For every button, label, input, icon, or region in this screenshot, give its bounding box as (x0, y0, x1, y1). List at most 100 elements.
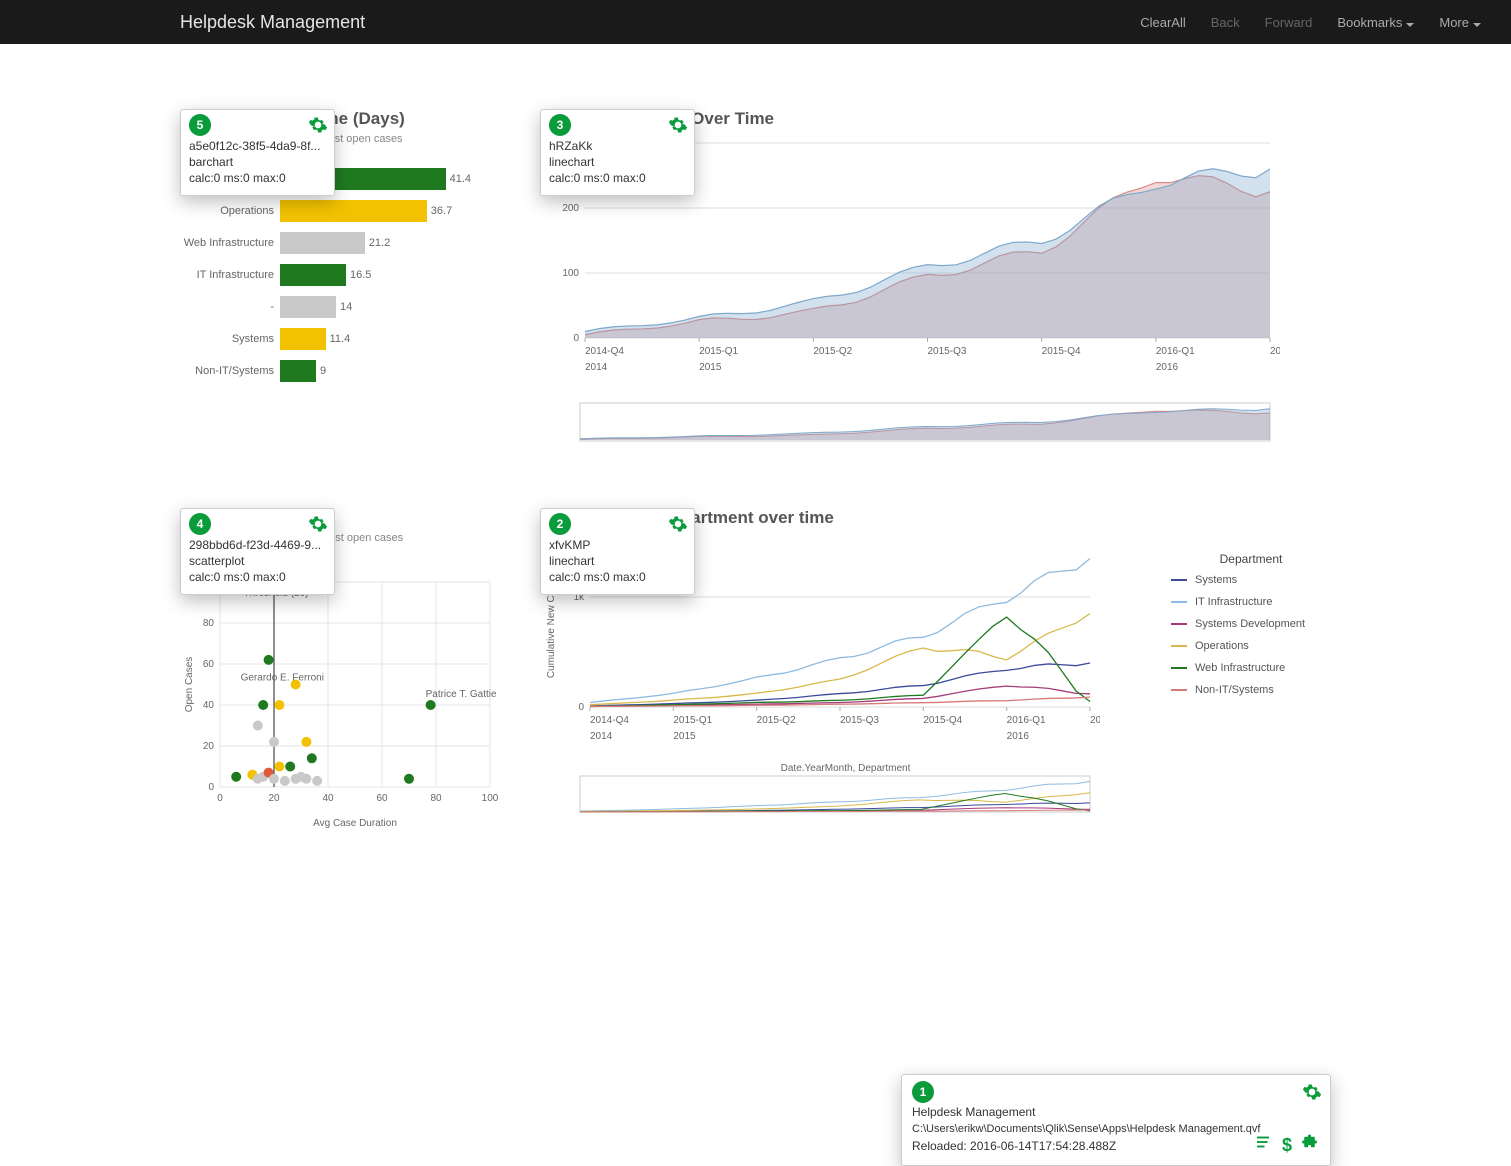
panel-line1: Cumulative Cases Over Time 0100200300 20… (540, 109, 1331, 453)
svg-text:20: 20 (268, 793, 280, 804)
bar-value: 16.5 (350, 269, 371, 281)
svg-text:Gerardo E. Ferroni: Gerardo E. Ferroni (241, 672, 324, 683)
nav-forward[interactable]: Forward (1265, 15, 1313, 30)
bar-value: 36.7 (431, 205, 452, 217)
bar-row: Operations36.7 (280, 195, 500, 227)
svg-text:2016-Q2: 2016-Q2 (1270, 346, 1280, 357)
gear-icon[interactable] (308, 514, 328, 538)
legend-swatch (1171, 623, 1187, 625)
popup-calc: calc:0 ms:0 max:0 (189, 170, 326, 186)
legend-swatch (1171, 689, 1187, 691)
gear-icon[interactable] (1302, 1082, 1322, 1107)
dev-popup-3[interactable]: 3 hRZaKk linechart calc:0 ms:0 max:0 (540, 109, 695, 196)
bar-chart[interactable]: Systems Develop...41.4Operations36.7Web … (180, 163, 500, 387)
popup-id: a5e0f12c-38f5-4da9-8f... (189, 138, 326, 154)
nav-clearall[interactable]: ClearAll (1140, 15, 1186, 30)
popup-type: barchart (189, 154, 326, 170)
legend-label: Non-IT/Systems (1195, 684, 1274, 696)
bar (280, 360, 316, 382)
bar-label: Web Infrastructure (180, 237, 280, 249)
svg-text:2015-Q3: 2015-Q3 (928, 346, 967, 357)
legend-label: Web Infrastructure (1195, 662, 1285, 674)
legend-item[interactable]: Systems Development (1171, 618, 1331, 630)
legend-item[interactable]: Operations (1171, 640, 1331, 652)
popup-id: xfvKMP (549, 537, 686, 553)
svg-text:60: 60 (203, 659, 215, 670)
bar-row: Non-IT/Systems9 (280, 355, 500, 387)
bar (280, 200, 427, 222)
chevron-down-icon (1406, 23, 1414, 27)
popup-calc: calc:0 ms:0 max:0 (189, 569, 326, 585)
popup-calc: calc:0 ms:0 max:0 (549, 569, 686, 585)
svg-text:0: 0 (573, 333, 579, 344)
scatter-chart[interactable]: 020406080100020406080100Case DurationThr… (180, 562, 500, 837)
legend-swatch (1171, 667, 1187, 669)
popup-type: scatterplot (189, 553, 326, 569)
svg-text:100: 100 (562, 268, 579, 279)
bar-row: -14 (280, 291, 500, 323)
gear-icon[interactable] (308, 115, 328, 139)
panel-line2: New Cases by Department over time 01kCum… (540, 508, 1331, 837)
panel-scatter: Open Cases # for the case owners with th… (180, 508, 500, 837)
popup-calc: calc:0 ms:0 max:0 (549, 170, 686, 186)
puzzle-icon[interactable] (1302, 1132, 1320, 1159)
legend-item[interactable]: IT Infrastructure (1171, 596, 1331, 608)
nav-more[interactable]: More (1439, 15, 1481, 30)
nav-bookmarks[interactable]: Bookmarks (1337, 15, 1414, 30)
gear-icon[interactable] (668, 514, 688, 538)
svg-text:80: 80 (203, 618, 215, 629)
svg-text:2015-Q4: 2015-Q4 (923, 715, 962, 726)
panel-bar: Avg Resolution Time (Days) for the depar… (180, 109, 500, 453)
svg-text:2015-Q4: 2015-Q4 (1042, 346, 1081, 357)
app-title: Helpdesk Management (180, 12, 365, 33)
legend-swatch (1171, 579, 1187, 581)
dev-popup-5[interactable]: 5 a5e0f12c-38f5-4da9-8f... barchart calc… (180, 109, 335, 196)
bar (280, 328, 326, 350)
svg-text:20: 20 (203, 741, 215, 752)
svg-text:2014: 2014 (585, 362, 608, 373)
svg-text:40: 40 (203, 700, 215, 711)
bar-value: 14 (340, 301, 352, 313)
bar-label: Non-IT/Systems (180, 365, 280, 377)
svg-text:2015-Q3: 2015-Q3 (840, 715, 879, 726)
legend-item[interactable]: Non-IT/Systems (1171, 684, 1331, 696)
svg-text:2015-Q1: 2015-Q1 (699, 346, 738, 357)
top-nav: ClearAll Back Forward Bookmarks More (1140, 15, 1481, 30)
popup-id: hRZaKk (549, 138, 686, 154)
legend-label: IT Infrastructure (1195, 596, 1272, 608)
svg-text:40: 40 (322, 793, 334, 804)
list-icon[interactable] (1254, 1132, 1272, 1159)
svg-text:2015-Q2: 2015-Q2 (757, 715, 796, 726)
dev-popup-1[interactable]: 1 Helpdesk Management C:\Users\erikw\Doc… (901, 1074, 1331, 1166)
legend-label: Systems Development (1195, 618, 1305, 630)
dollar-icon[interactable]: $ (1282, 1132, 1292, 1159)
svg-text:80: 80 (430, 793, 442, 804)
svg-text:2015: 2015 (699, 362, 722, 373)
popup-badge: 2 (549, 513, 571, 535)
popup-id: 298bbd6d-f23d-4469-9... (189, 537, 326, 553)
bar (280, 232, 365, 254)
gear-icon[interactable] (668, 115, 688, 139)
popup-title: Helpdesk Management (912, 1103, 1320, 1121)
legend-label: Systems (1195, 574, 1237, 586)
bar-value: 9 (320, 365, 326, 377)
svg-text:0: 0 (208, 782, 214, 793)
svg-text:100: 100 (482, 793, 499, 804)
bar-row: Systems11.4 (280, 323, 500, 355)
svg-text:2015: 2015 (673, 731, 696, 742)
svg-text:Avg Case Duration: Avg Case Duration (313, 818, 397, 829)
nav-back[interactable]: Back (1211, 15, 1240, 30)
svg-text:2016-Q1: 2016-Q1 (1156, 346, 1195, 357)
dev-popup-2[interactable]: 2 xfvKMP linechart calc:0 ms:0 max:0 (540, 508, 695, 595)
legend-item[interactable]: Web Infrastructure (1171, 662, 1331, 674)
line2-mini-caption: Date.YearMonth, Department (540, 763, 1151, 774)
legend-item[interactable]: Systems (1171, 574, 1331, 586)
svg-text:2015-Q2: 2015-Q2 (813, 346, 852, 357)
legend-title: Department (1171, 552, 1331, 566)
legend-label: Operations (1195, 640, 1249, 652)
dev-popup-4[interactable]: 4 298bbd6d-f23d-4469-9... scatterplot ca… (180, 508, 335, 595)
legend-swatch (1171, 601, 1187, 603)
popup-badge: 1 (912, 1081, 934, 1103)
legend-swatch (1171, 645, 1187, 647)
popup-type: linechart (549, 154, 686, 170)
